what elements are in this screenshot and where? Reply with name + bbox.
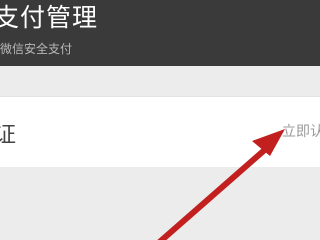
red-arrow-icon (157, 129, 285, 240)
